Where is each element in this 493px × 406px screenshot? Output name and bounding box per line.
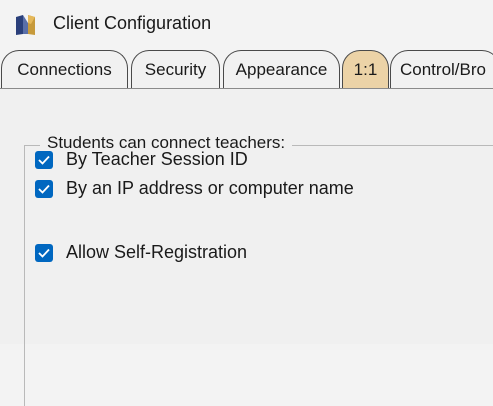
tab-security[interactable]: Security (131, 50, 220, 88)
tab-one-to-one[interactable]: 1:1 (342, 50, 389, 88)
option-ip-or-computer-name[interactable]: By an IP address or computer name (35, 178, 354, 199)
option-label: By Teacher Session ID (66, 149, 248, 169)
checkmark-icon (38, 155, 50, 165)
app-logo-icon (16, 15, 35, 35)
option-label: Allow Self-Registration (66, 242, 248, 262)
checkmark-icon (38, 184, 50, 194)
title-bar: Client Configuration (0, 0, 493, 48)
checkbox-checked[interactable] (35, 243, 53, 262)
tab-strip: Connections Security Appearance 1:1 Cont… (0, 50, 493, 92)
option-allow-self-registration[interactable]: Allow Self-Registration (35, 242, 247, 263)
tab-control-browse[interactable]: Control/Bro (390, 50, 493, 88)
checkmark-icon (38, 248, 50, 258)
option-label: By an IP address or computer name (66, 178, 354, 198)
checkbox-checked[interactable] (35, 179, 53, 198)
tab-content-panel: Students can connect teachers: By Teache… (0, 89, 493, 406)
checkbox-checked[interactable] (35, 150, 53, 169)
window-title: Client Configuration (53, 13, 212, 33)
tab-connections[interactable]: Connections (1, 50, 128, 88)
tab-appearance[interactable]: Appearance (223, 50, 340, 88)
option-teacher-session-id[interactable]: By Teacher Session ID (35, 149, 248, 170)
